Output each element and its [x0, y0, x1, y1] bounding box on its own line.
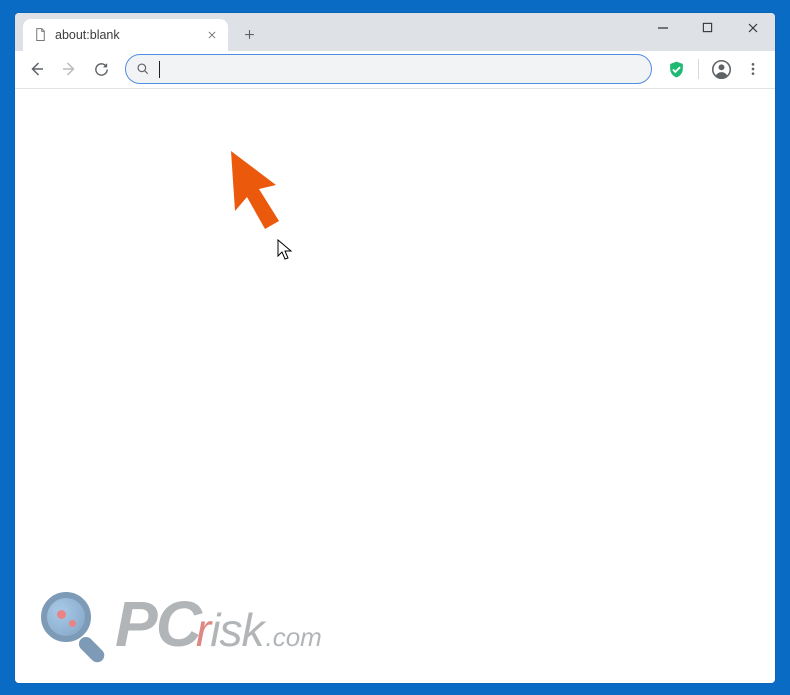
- browser-window: about:blank: [15, 13, 775, 683]
- browser-tab[interactable]: about:blank: [23, 19, 228, 51]
- tab-title: about:blank: [55, 28, 197, 42]
- forward-button[interactable]: [55, 55, 83, 83]
- watermark-logo: PC risk .com: [37, 587, 322, 661]
- watermark-com: .com: [265, 622, 321, 653]
- mouse-cursor-icon: [277, 239, 293, 261]
- text-caret: [159, 61, 160, 78]
- watermark-pc: PC: [115, 587, 200, 661]
- watermark-risk: risk: [196, 603, 264, 657]
- search-icon: [136, 62, 151, 76]
- page-icon: [33, 27, 48, 42]
- magnifier-icon: [37, 588, 109, 660]
- tab-strip: about:blank: [15, 13, 775, 51]
- reload-button[interactable]: [87, 55, 115, 83]
- watermark-text: PC risk .com: [115, 587, 322, 661]
- window-close-button[interactable]: [730, 13, 775, 43]
- page-content: PC risk .com: [15, 89, 775, 683]
- new-tab-button[interactable]: [236, 22, 262, 48]
- window-minimize-button[interactable]: [640, 13, 685, 43]
- attention-arrow-icon: [221, 149, 291, 234]
- back-button[interactable]: [23, 55, 51, 83]
- profile-button[interactable]: [707, 55, 735, 83]
- window-maximize-button[interactable]: [685, 13, 730, 43]
- address-bar[interactable]: [125, 54, 652, 84]
- tab-close-button[interactable]: [204, 27, 220, 43]
- menu-button[interactable]: [739, 55, 767, 83]
- address-input[interactable]: [168, 61, 639, 77]
- toolbar-separator: [698, 59, 699, 79]
- shield-extension-icon[interactable]: [662, 55, 690, 83]
- window-controls: [640, 13, 775, 45]
- toolbar: [15, 51, 775, 89]
